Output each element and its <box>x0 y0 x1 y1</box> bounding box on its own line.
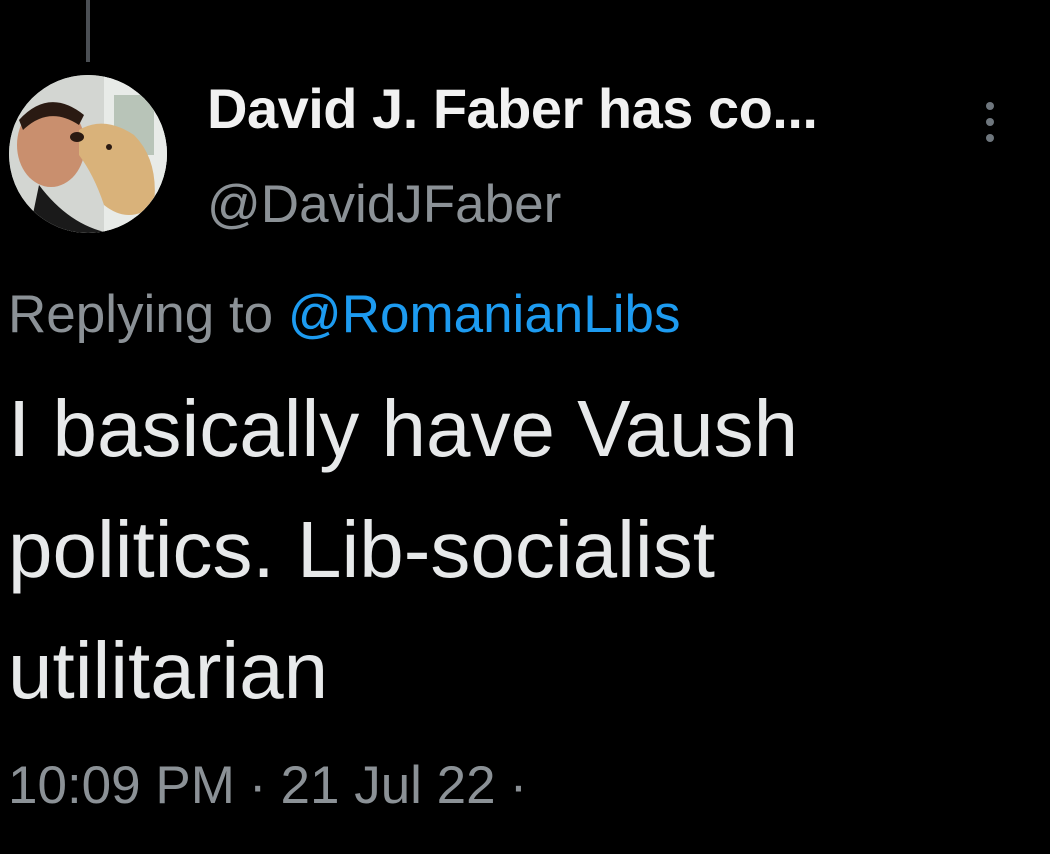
replying-prefix: Replying to <box>8 285 274 344</box>
replying-to: Replying to @RomanianLibs <box>8 282 681 348</box>
more-options-button[interactable] <box>975 100 1005 144</box>
tweet-text: I basically have Vaush politics. Lib-soc… <box>8 368 1038 731</box>
tweet-text-line: utilitarian <box>8 626 329 715</box>
thread-connector-line <box>86 0 90 62</box>
user-handle[interactable]: @DavidJFaber <box>207 172 561 238</box>
tweet-timestamp: 10:09 PM · 21 Jul 22 · <box>8 753 541 819</box>
avatar-image <box>9 75 167 233</box>
more-vertical-icon <box>986 102 994 110</box>
tweet-date[interactable]: 21 Jul 22 <box>281 756 496 815</box>
display-name[interactable]: David J. Faber has co... <box>207 74 818 144</box>
replying-mention-link[interactable]: @RomanianLibs <box>288 285 681 344</box>
separator-dot: · <box>248 756 267 815</box>
tweet-time[interactable]: 10:09 PM <box>8 756 235 815</box>
separator-dot: · <box>509 756 528 815</box>
tweet-text-line: politics. Lib-socialist <box>8 505 715 594</box>
more-vertical-icon-dot <box>986 118 994 126</box>
tweet-text-line: I basically have Vaush <box>8 384 799 473</box>
avatar[interactable] <box>9 75 167 233</box>
more-vertical-icon-dot <box>986 134 994 142</box>
